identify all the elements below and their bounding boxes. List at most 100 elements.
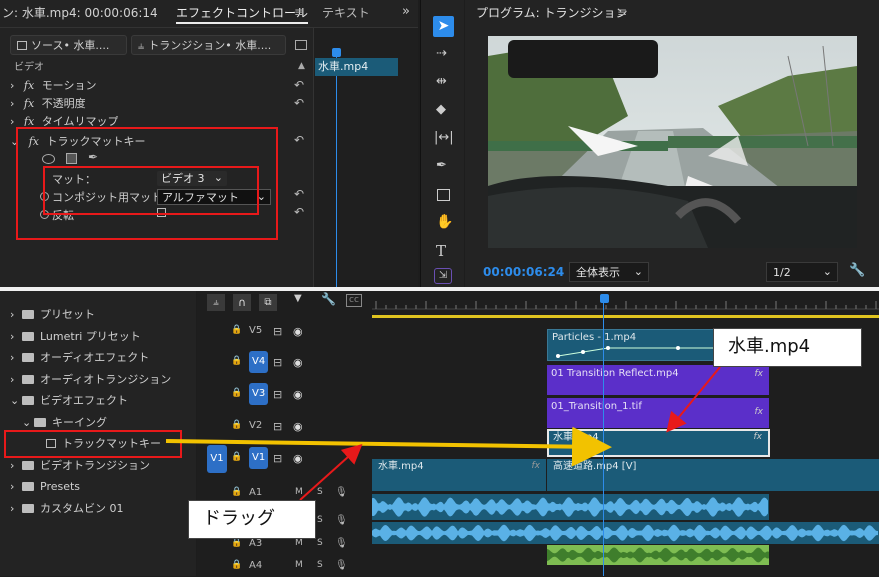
effect-row-opacity[interactable]: › fx 不透明度	[10, 98, 86, 109]
clip-water-wheel-v1[interactable]: 水車.mp4 fx	[372, 459, 546, 491]
eye-icon[interactable]: ◉	[293, 326, 303, 337]
track-header[interactable]: 🔒 V4 ⊟ ◉	[197, 351, 372, 373]
chevron-right-icon[interactable]: ›	[10, 460, 22, 471]
chevron-right-icon[interactable]: ›	[10, 331, 22, 342]
chevron-right-icon[interactable]: ›	[10, 352, 22, 363]
clip-transition-1[interactable]: 01_Transition_1.tif fx	[547, 398, 769, 428]
track-name[interactable]: V1	[249, 447, 269, 469]
timeline-ruler[interactable]	[372, 291, 879, 319]
chevron-right-icon[interactable]: ›	[10, 374, 22, 385]
track-header[interactable]: 🔒 V2 ⊟ ◉	[197, 417, 372, 437]
audio-clip-a2[interactable]	[372, 522, 879, 544]
clip-highway-v1[interactable]: 高速道路.mp4 [V]	[547, 459, 879, 491]
reset-icon[interactable]: ↶	[294, 97, 304, 109]
clip-water-wheel-v2[interactable]: 水車.mp4 fx	[547, 429, 770, 457]
track-header[interactable]: 🔒 V3 ⊟ ◉	[197, 383, 372, 405]
effects-item[interactable]: ⌄ ビデオエフェクト	[10, 395, 128, 406]
effect-controls-tab[interactable]: エフェクトコントロール	[176, 7, 309, 24]
effects-item[interactable]: ⌄ キーイング	[22, 417, 107, 428]
hand-icon[interactable]: ✋	[436, 215, 453, 229]
lock-icon[interactable]: 🔒	[231, 389, 242, 398]
mute-button[interactable]: M	[295, 561, 303, 570]
track-name[interactable]: V2	[249, 421, 262, 431]
mute-button[interactable]: M	[295, 539, 303, 548]
chevron-right-icon[interactable]: ›	[10, 97, 14, 110]
wrench-icon[interactable]: 🔧	[849, 264, 865, 277]
ec-playhead[interactable]	[332, 48, 341, 57]
timeline-playhead[interactable]	[600, 294, 609, 303]
chevron-right-icon[interactable]: ›	[10, 79, 14, 92]
pen-icon[interactable]: ✒	[436, 159, 447, 172]
chevron-down-icon[interactable]: ⌄	[22, 417, 34, 428]
solo-button[interactable]: S	[317, 488, 323, 497]
transition-sequence-button[interactable]: ⫨ トランジション• 水車....	[131, 35, 286, 55]
track-name[interactable]: A3	[249, 539, 262, 549]
microphone-icon[interactable]: 🎙	[335, 516, 348, 526]
hamburger-icon[interactable]: ≡	[617, 6, 627, 18]
effect-controls-source-tab[interactable]: ン: 水車.mp4: 00:00:06:14	[2, 7, 158, 19]
effect-row-motion[interactable]: › fx モーション	[10, 80, 96, 91]
microphone-icon[interactable]: 🎙	[335, 539, 348, 549]
audio-clip-a3[interactable]	[547, 545, 769, 565]
snap-magnet-icon[interactable]: ∩	[233, 294, 251, 311]
text-tab[interactable]: テキスト	[322, 7, 370, 19]
microphone-icon[interactable]: 🎙	[335, 488, 348, 498]
wrench-icon[interactable]: 🔧	[321, 293, 336, 305]
resolution-select[interactable]: 1/2 ⌄	[766, 262, 838, 282]
track-header[interactable]: 🔒 A4 M S 🎙	[197, 557, 372, 577]
ripple-edit-icon[interactable]: ⇹	[436, 75, 447, 88]
chevron-right-icon[interactable]: ›	[10, 481, 22, 492]
rectangle-icon[interactable]	[437, 189, 450, 201]
reset-icon[interactable]: ↶	[294, 188, 304, 200]
effects-item[interactable]: › プリセット	[10, 309, 95, 320]
effect-row-time-remap[interactable]: › fx タイムリマップ	[10, 116, 118, 126]
lock-icon[interactable]: 🔒	[231, 539, 242, 548]
track-header[interactable]: V1 🔒 V1 ⊟ ◉	[197, 445, 372, 473]
chevron-right-icon[interactable]: ›	[10, 116, 14, 126]
sync-lock-icon[interactable]: ⊟	[273, 421, 282, 432]
sync-lock-icon[interactable]: ⊟	[273, 326, 282, 337]
reset-icon[interactable]: ↶	[294, 206, 304, 218]
chevron-right-icon[interactable]: ›	[10, 309, 22, 320]
track-name[interactable]: A1	[249, 488, 262, 498]
solo-button[interactable]: S	[317, 561, 323, 570]
sync-lock-icon[interactable]: ⊟	[273, 389, 282, 400]
reset-icon[interactable]: ↶	[294, 79, 304, 91]
remix-icon[interactable]: ⇲	[434, 268, 452, 284]
solo-button[interactable]: S	[317, 516, 323, 525]
timeline-playhead-line[interactable]	[603, 303, 604, 576]
track-select-icon[interactable]: ⇢	[436, 47, 447, 60]
double-chevron-right-icon[interactable]: »	[402, 5, 410, 18]
marker-icon[interactable]: ▼	[294, 294, 302, 304]
effects-item[interactable]: › カスタムビン 01	[10, 503, 124, 514]
reset-icon[interactable]: ↶	[294, 134, 304, 146]
eye-icon[interactable]: ◉	[293, 357, 303, 368]
ec-clip-bar[interactable]: 水車.mp4	[315, 58, 398, 76]
audio-clip-a1[interactable]	[372, 494, 769, 520]
lock-icon[interactable]: 🔒	[231, 561, 242, 570]
lock-icon[interactable]: 🔒	[231, 453, 242, 462]
eye-icon[interactable]: ◉	[293, 421, 303, 432]
track-name[interactable]: A4	[249, 561, 262, 571]
program-video-frame[interactable]	[488, 36, 857, 248]
source-clip-button[interactable]: ソース• 水車....	[10, 35, 127, 55]
solo-button[interactable]: S	[317, 539, 323, 548]
track-name[interactable]: V3	[249, 383, 269, 405]
slip-icon[interactable]: |↔|	[434, 131, 454, 144]
lock-icon[interactable]: 🔒	[231, 421, 242, 430]
nest-icon[interactable]: ⫨	[207, 294, 225, 311]
clip-transition-reflect[interactable]: 01 Transition Reflect.mp4 fx	[547, 365, 769, 395]
selection-tool[interactable]: ➤	[433, 16, 454, 37]
ec-playhead-line[interactable]	[336, 48, 337, 287]
chevron-right-icon[interactable]: ›	[10, 503, 22, 514]
linked-selection-icon[interactable]: ⧉	[259, 294, 277, 311]
program-timecode[interactable]: 00:00:06:24	[483, 266, 564, 278]
lock-icon[interactable]: 🔒	[231, 357, 242, 366]
eye-icon[interactable]: ◉	[293, 389, 303, 400]
effects-item[interactable]: › Lumetri プリセット	[10, 331, 141, 342]
track-name[interactable]: V5	[249, 326, 262, 336]
effects-item[interactable]: › ビデオトランジション	[10, 460, 150, 471]
hamburger-icon[interactable]: ≡	[294, 6, 304, 18]
chevron-down-icon[interactable]: ⌄	[10, 395, 22, 406]
fit-select[interactable]: 全体表示 ⌄	[569, 262, 649, 282]
